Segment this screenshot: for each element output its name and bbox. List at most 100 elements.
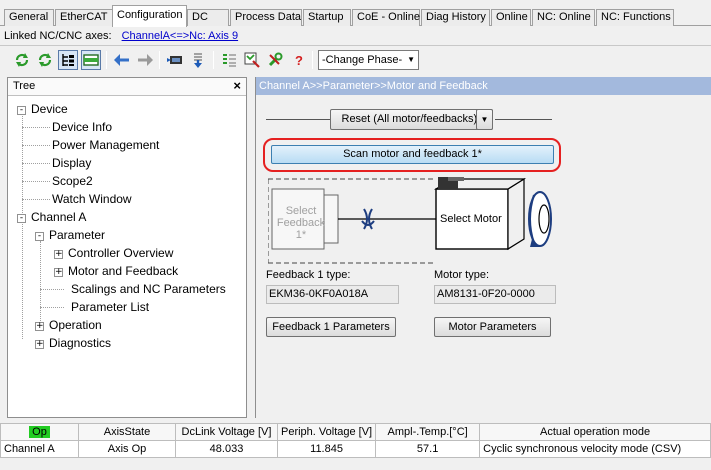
tree-item-label: Parameter List (71, 300, 150, 314)
panel-view-icon[interactable] (81, 50, 101, 70)
expand-icon[interactable]: + (54, 268, 63, 277)
feedback-parameters-button[interactable]: Feedback 1 Parameters (266, 317, 396, 337)
select-feedback-label[interactable]: Select Feedback 1* (271, 205, 331, 241)
tab-dc[interactable]: DC (187, 9, 229, 26)
collapse-icon[interactable]: - (17, 214, 26, 223)
tree-item-parameter[interactable]: - Parameter (35, 226, 105, 244)
arrow-left-icon[interactable] (112, 50, 132, 70)
motor-type-field[interactable]: AM8131-0F20-0000 (434, 285, 556, 304)
cell-operation-mode: Cyclic synchronous velocity mode (CSV) (479, 440, 711, 458)
motor-feedback-diagram: Select Feedback 1* Select Motor (268, 177, 552, 265)
chevron-down-icon: ▼ (480, 115, 489, 124)
expand-icon[interactable]: + (35, 340, 44, 349)
tab-nc-functions[interactable]: NC: Functions (596, 9, 674, 26)
tab-nc-online[interactable]: NC: Online (532, 9, 595, 26)
reload-icon[interactable] (35, 50, 55, 70)
tab-configuration[interactable]: Configuration (112, 5, 187, 27)
reload-icon[interactable] (12, 50, 32, 70)
parameter-list-icon[interactable] (219, 50, 239, 70)
change-phase-select[interactable]: -Change Phase- ▼ (318, 50, 419, 70)
chevron-down-icon: ▼ (407, 55, 415, 64)
expand-icon[interactable]: + (54, 250, 63, 259)
linked-axes-row: Linked NC/CNC axes: ChannelA<=>Nc: Axis 9 (4, 29, 238, 45)
scan-icon[interactable] (242, 50, 262, 70)
status-table: Op AxisState DcLink Voltage [V] Periph. … (0, 423, 711, 458)
tab-process-data[interactable]: Process Data (230, 9, 302, 26)
tree-item-label: Controller Overview (68, 246, 174, 260)
column-header-periph-voltage: Periph. Voltage [V] (276, 423, 377, 441)
tree-item-controller-overview[interactable]: + Controller Overview (54, 244, 173, 262)
tree-item-scalings-nc-parameters[interactable]: Scalings and NC Parameters (71, 280, 226, 298)
upload-icon[interactable] (188, 50, 208, 70)
tree-item-label: Power Management (52, 138, 160, 152)
select-motor-label[interactable]: Select Motor (440, 213, 508, 225)
tree-title: Tree (13, 80, 36, 92)
tree-view-icon[interactable] (58, 50, 78, 70)
divider (495, 119, 552, 120)
cell-channel: Channel A (0, 440, 79, 458)
tree-item-display[interactable]: Display (52, 154, 91, 172)
tree-item-label: Scope2 (52, 174, 93, 188)
tree-item-operation[interactable]: + Operation (35, 316, 102, 334)
reset-all-button[interactable]: Reset (All motor/feedbacks)* (330, 109, 493, 130)
tree-item-label: Device Info (52, 120, 113, 134)
linked-axes-label: Linked NC/CNC axes: (4, 30, 112, 42)
tab-general[interactable]: General (4, 9, 54, 26)
column-header-axis-state: AxisState (78, 423, 176, 441)
tree-item-device-info[interactable]: Device Info (52, 118, 112, 136)
tree-item-watch-window[interactable]: Watch Window (52, 190, 132, 208)
tab-online[interactable]: Online (491, 9, 531, 26)
close-icon[interactable]: × (233, 79, 241, 93)
divider (266, 119, 330, 120)
cell-dclink-voltage: 48.033 (175, 440, 278, 458)
content-breadcrumb: Channel A>>Parameter>>Motor and Feedback (256, 77, 711, 95)
tree-connector (22, 163, 50, 164)
tree-panel: Tree × - Device Device Info Power Managem… (7, 77, 247, 418)
tree-connector (22, 221, 23, 339)
tab-ethercat[interactable]: EtherCAT (55, 9, 113, 26)
tree-item-motor-and-feedback[interactable]: + Motor and Feedback (54, 262, 178, 280)
scan-motor-feedback-label: Scan motor and feedback 1* (343, 148, 482, 160)
tree-connector (40, 307, 64, 308)
tab-startup[interactable]: Startup (303, 9, 351, 26)
tree-item-label: Device (31, 102, 68, 116)
download-icon[interactable] (165, 50, 185, 70)
arrow-right-icon[interactable] (135, 50, 155, 70)
collapse-icon[interactable]: - (35, 232, 44, 241)
motor-type-label: Motor type: (434, 269, 490, 281)
feedback-type-field[interactable]: EKM36-0KF0A018A (266, 285, 399, 304)
tree-item-label: Watch Window (52, 192, 132, 206)
tree-item-scope2[interactable]: Scope2 (52, 172, 93, 190)
tree-connector (22, 145, 50, 146)
tree-item-channel-a[interactable]: - Channel A (17, 208, 86, 226)
tree-connector (40, 289, 64, 290)
tab-coe-online[interactable]: CoE - Online (352, 9, 420, 26)
motor-parameters-button[interactable]: Motor Parameters (434, 317, 551, 337)
expand-icon[interactable]: + (35, 322, 44, 331)
cell-ampl-temp: 57.1 (375, 440, 481, 458)
tree-connector (40, 241, 41, 321)
tree-item-label: Operation (49, 318, 102, 332)
tree-item-label: Channel A (31, 210, 87, 224)
tree-connector (22, 127, 50, 128)
collapse-icon[interactable]: - (17, 106, 26, 115)
scan-motor-feedback-button[interactable]: Scan motor and feedback 1* (271, 145, 554, 164)
tab-diag-history[interactable]: Diag History (421, 9, 490, 26)
tree-item-label: Display (52, 156, 92, 170)
op-status-indicator: Op (29, 426, 50, 438)
reset-dropdown-button[interactable]: ▼ (476, 109, 493, 130)
tree-item-power-management[interactable]: Power Management (52, 136, 159, 154)
tree-item-parameter-list[interactable]: Parameter List (71, 298, 149, 316)
tree-item-device[interactable]: - Device (17, 100, 68, 118)
tools-icon[interactable] (265, 50, 285, 70)
table-row: Channel A Axis Op 48.033 11.845 57.1 Cyc… (0, 440, 711, 458)
column-header-ampl-temp: Ampl-.Temp.[°C] (375, 423, 481, 441)
tree-body: - Device Device Info Power Management Dis… (8, 97, 246, 397)
tree-item-label: Motor and Feedback (68, 264, 179, 278)
linked-axis-link[interactable]: ChannelA<=>Nc: Axis 9 (122, 30, 239, 42)
help-icon[interactable]: ? (289, 50, 309, 70)
tree-header: Tree × (8, 78, 246, 96)
column-header-operation-mode: Actual operation mode (479, 423, 711, 441)
reset-all-label: Reset (All motor/feedbacks)* (341, 113, 482, 125)
tree-item-diagnostics[interactable]: + Diagnostics (35, 334, 111, 352)
